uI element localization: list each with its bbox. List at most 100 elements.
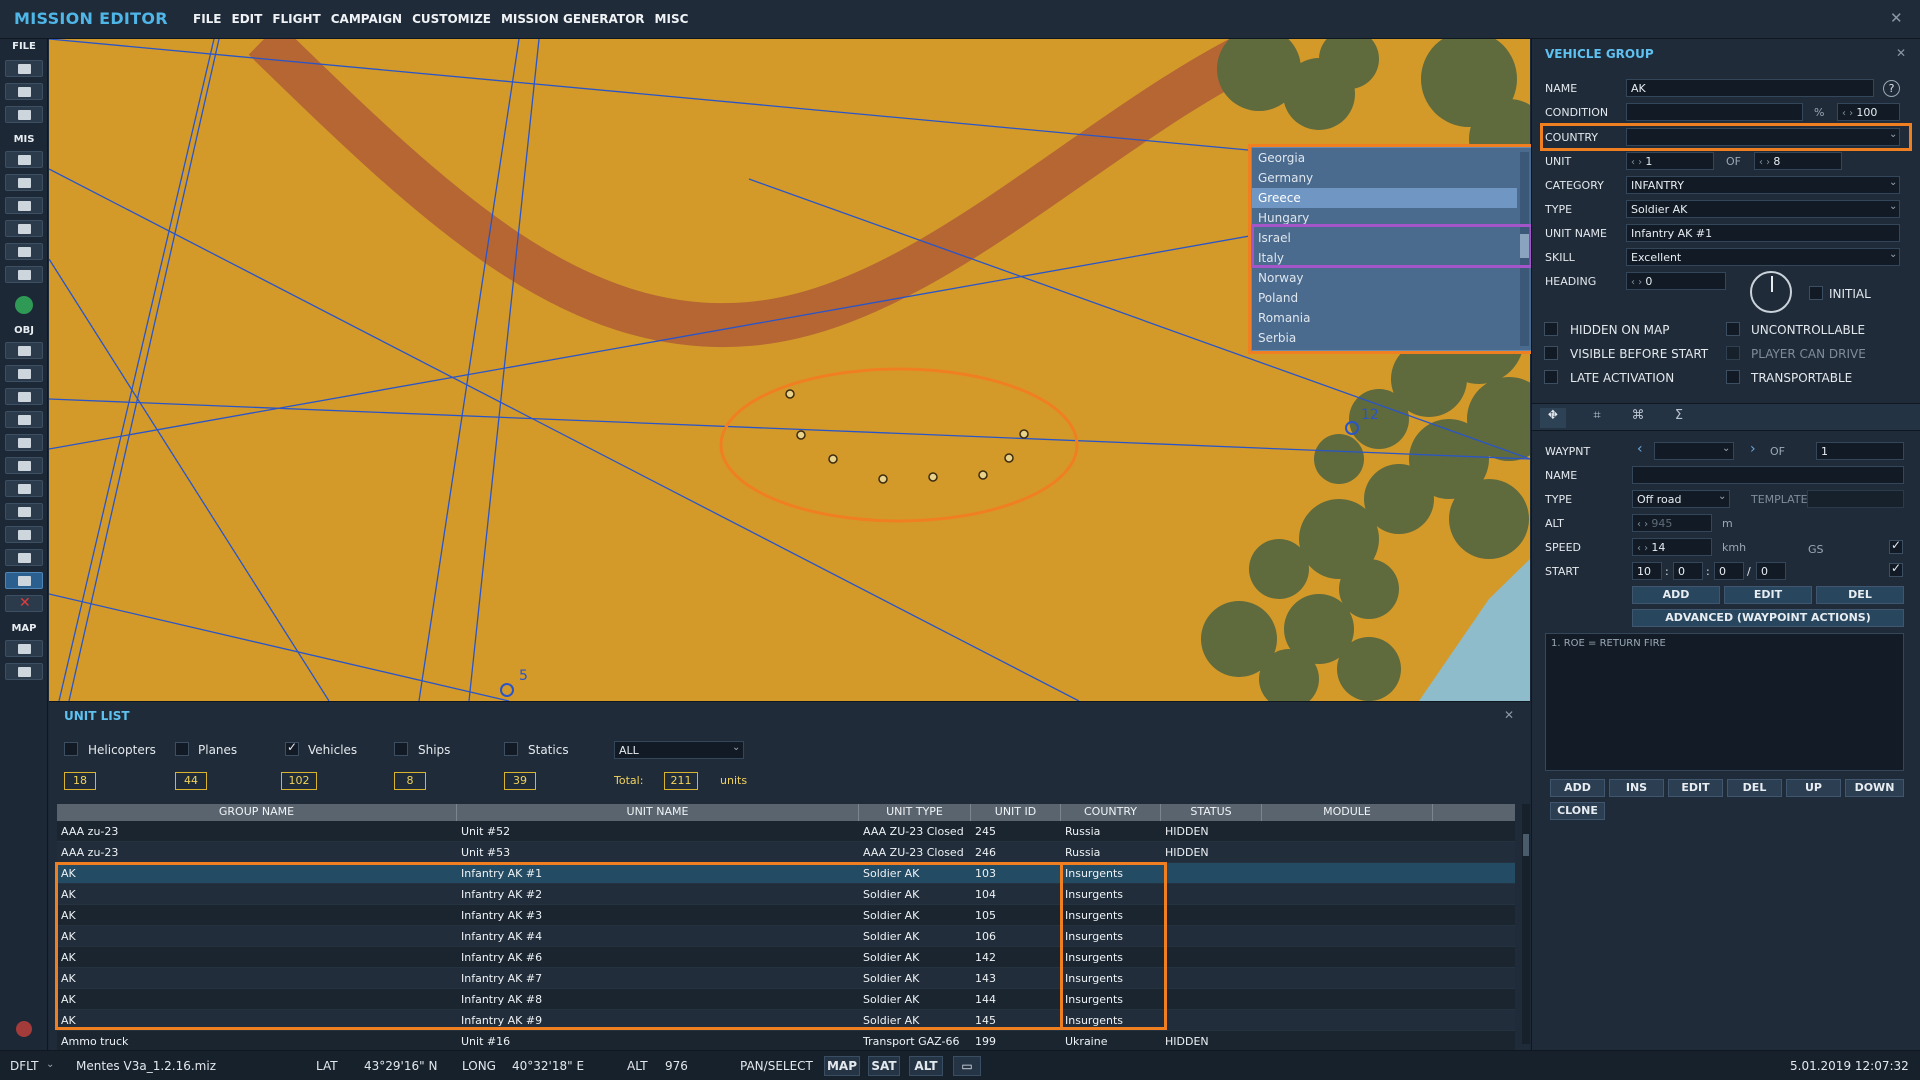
country-option[interactable]: Romania: [1252, 308, 1517, 328]
mode-select[interactable]: DFLT: [10, 1059, 39, 1073]
col-unit-name[interactable]: UNIT NAME: [457, 804, 859, 821]
trigger-zone-button[interactable]: [5, 197, 43, 214]
add-airbase-button[interactable]: [5, 480, 43, 497]
unit-stepper[interactable]: ‹ › 1: [1626, 152, 1714, 170]
add-fare-button[interactable]: [5, 526, 43, 543]
group-name-input[interactable]: AK: [1626, 79, 1874, 97]
dropdown-scroll-thumb[interactable]: [1520, 234, 1529, 258]
action-ins-button[interactable]: INS: [1609, 779, 1664, 797]
ships-checkbox[interactable]: [394, 742, 408, 756]
type-select[interactable]: Soldier AK: [1626, 200, 1900, 218]
infantry-unit-icon[interactable]: [978, 470, 988, 480]
infantry-unit-icon[interactable]: [928, 472, 938, 482]
next-waypoint-icon[interactable]: ›: [1750, 441, 1756, 457]
run-mission-icon[interactable]: [15, 296, 33, 314]
transportable-checkbox[interactable]: [1726, 370, 1740, 384]
chevron-down-icon[interactable]: ⌄: [1889, 177, 1897, 188]
country-option[interactable]: Norway: [1252, 268, 1517, 288]
stepper-arrows-icon[interactable]: ‹ ›: [1637, 543, 1651, 554]
triggered-actions-tab-icon[interactable]: ⌘: [1625, 408, 1651, 428]
chevron-down-icon[interactable]: ⌄: [732, 742, 740, 753]
template-select[interactable]: [1807, 490, 1904, 508]
country-dropdown-list[interactable]: Georgia Germany Greece Hungary Israel It…: [1248, 144, 1535, 354]
sat-mode-button[interactable]: SAT: [868, 1056, 900, 1076]
stepper-arrows-icon[interactable]: ‹ ›: [1631, 277, 1645, 288]
infantry-unit-icon[interactable]: [796, 430, 806, 440]
table-row[interactable]: Ammo truck Unit #16 Transport GAZ-66 199 Ukr…: [57, 1031, 1515, 1052]
col-unit-id[interactable]: UNIT ID: [971, 804, 1061, 821]
toggle-icon[interactable]: ▭: [953, 1056, 981, 1076]
speed-stepper[interactable]: ‹ › 14: [1632, 538, 1712, 556]
col-status[interactable]: STATUS: [1161, 804, 1262, 821]
close-icon[interactable]: ✕: [1890, 9, 1903, 27]
edit-waypoint-button[interactable]: EDIT: [1724, 586, 1812, 604]
menu-mission-generator[interactable]: MISSION GENERATOR: [501, 12, 645, 26]
condition-input[interactable]: [1626, 103, 1803, 121]
start-seconds-input[interactable]: 0: [1714, 562, 1744, 580]
close-unit-list-icon[interactable]: ✕: [1504, 708, 1514, 722]
country-option[interactable]: Hungary: [1252, 208, 1517, 228]
stepper-arrows-icon[interactable]: ‹ ›: [1637, 519, 1651, 530]
infantry-unit-icon[interactable]: [1019, 429, 1029, 439]
condition-value-stepper[interactable]: ‹ › 100: [1837, 103, 1900, 121]
draw-shapes-button[interactable]: [5, 572, 43, 589]
waypoint-5[interactable]: [500, 683, 514, 697]
add-template-button[interactable]: [5, 457, 43, 474]
waypoint-name-input[interactable]: [1632, 466, 1904, 484]
menu-campaign[interactable]: CAMPAIGN: [331, 12, 402, 26]
vehicles-checkbox[interactable]: [285, 740, 299, 756]
menu-customize[interactable]: CUSTOMIZE: [412, 12, 491, 26]
menu-file[interactable]: FILE: [193, 12, 222, 26]
weather-button[interactable]: [5, 174, 43, 191]
stepper-arrows-icon[interactable]: ‹ ›: [1759, 157, 1773, 168]
add-static-button[interactable]: [5, 434, 43, 451]
statics-checkbox[interactable]: [504, 742, 518, 756]
del-waypoint-button[interactable]: DEL: [1816, 586, 1904, 604]
stepper-arrows-icon[interactable]: ‹ ›: [1842, 108, 1856, 119]
action-del-button[interactable]: DEL: [1727, 779, 1782, 797]
chevron-down-icon[interactable]: ⌄: [1722, 443, 1730, 454]
col-country[interactable]: COUNTRY: [1061, 804, 1161, 821]
initial-checkbox[interactable]: [1809, 286, 1823, 300]
waypoint-actions-list[interactable]: 1. ROE = RETURN FIRE: [1545, 633, 1904, 771]
late-activation-checkbox[interactable]: [1544, 370, 1558, 384]
col-module[interactable]: MODULE: [1262, 804, 1433, 821]
visible-before-start-checkbox[interactable]: [1544, 346, 1558, 360]
heading-dial-icon[interactable]: [1750, 271, 1792, 313]
map-mode-button[interactable]: MAP: [824, 1056, 860, 1076]
unit-of-stepper[interactable]: ‹ › 8: [1754, 152, 1842, 170]
menu-edit[interactable]: EDIT: [232, 12, 263, 26]
open-mission-button[interactable]: [5, 83, 43, 100]
add-nav-point-button[interactable]: [5, 503, 43, 520]
triggers-button[interactable]: [5, 220, 43, 237]
country-option[interactable]: Serbia: [1252, 328, 1517, 348]
menu-flight[interactable]: FLIGHT: [272, 12, 320, 26]
add-helicopter-button[interactable]: [5, 342, 43, 359]
record-icon[interactable]: [16, 1021, 32, 1037]
country-option[interactable]: Georgia: [1252, 148, 1517, 168]
col-group-name[interactable]: GROUP NAME: [57, 804, 457, 821]
table-row[interactable]: AAA zu-23 Unit #52 AAA ZU-23 Closed 245 Russ…: [57, 821, 1515, 842]
skill-select[interactable]: Excellent: [1626, 248, 1900, 266]
advanced-waypoint-actions-button[interactable]: ADVANCED (WAYPOINT ACTIONS): [1632, 609, 1904, 627]
briefing-button[interactable]: [5, 151, 43, 168]
chevron-down-icon[interactable]: ⌄: [1718, 491, 1726, 502]
ruler-button[interactable]: [5, 663, 43, 680]
add-ship-button[interactable]: [5, 388, 43, 405]
col-unit-type[interactable]: UNIT TYPE: [859, 804, 971, 821]
new-mission-button[interactable]: [5, 60, 43, 77]
start-day-input[interactable]: 0: [1756, 562, 1786, 580]
summary-tab-icon[interactable]: Σ: [1666, 408, 1692, 428]
alt-stepper[interactable]: ‹ › 945: [1632, 514, 1712, 532]
table-row[interactable]: AAA zu-23 Unit #53 AAA ZU-23 Closed 246 Russ…: [57, 842, 1515, 863]
map-view[interactable]: 5 12: [49, 39, 1530, 701]
add-group-button[interactable]: [5, 549, 43, 566]
prev-waypoint-icon[interactable]: ‹: [1637, 441, 1643, 457]
infantry-unit-icon[interactable]: [878, 474, 888, 484]
action-down-button[interactable]: DOWN: [1845, 779, 1904, 797]
country-option[interactable]: Poland: [1252, 288, 1517, 308]
start-checkbox[interactable]: [1889, 561, 1903, 577]
start-hours-input[interactable]: 10: [1632, 562, 1662, 580]
chevron-down-icon[interactable]: ⌄: [1889, 201, 1897, 212]
add-plane-button[interactable]: [5, 365, 43, 382]
